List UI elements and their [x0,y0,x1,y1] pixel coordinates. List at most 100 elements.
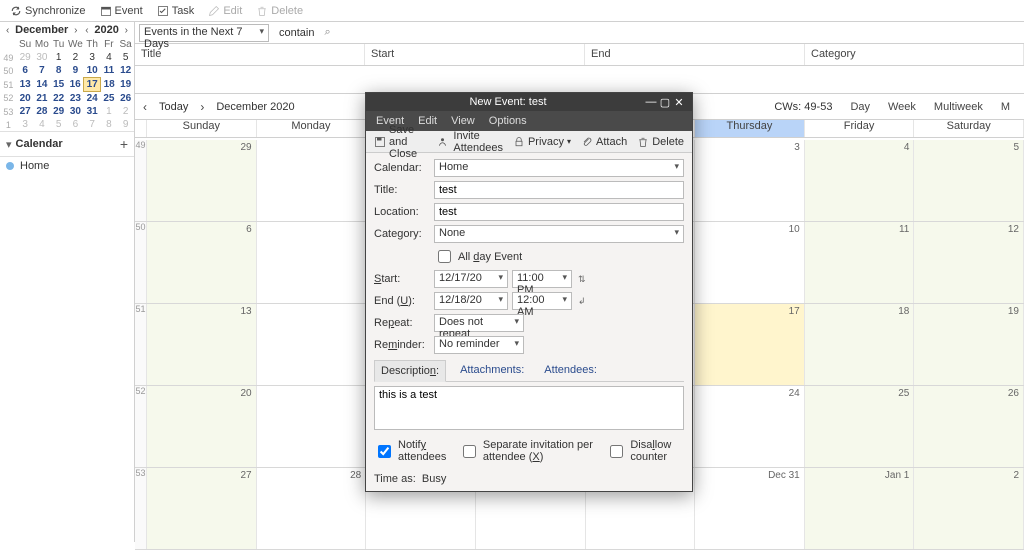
day-cell[interactable]: 24 [695,386,805,467]
mini-cal-day[interactable]: 6 [17,64,34,78]
tab-attendees[interactable]: Attendees: [538,360,603,381]
search-icon[interactable]: ⌕ [324,26,330,39]
day-cell[interactable]: 6 [147,222,257,303]
edit-button[interactable]: Edit [202,3,248,19]
day-cell[interactable] [257,222,367,303]
menu-options[interactable]: Options [489,115,527,127]
mini-cal-day[interactable]: 14 [34,78,51,92]
today-button[interactable]: Today [159,101,188,113]
col-title[interactable]: Title [135,44,365,65]
prev-year-button[interactable]: ‹ [83,25,90,36]
notify-attendees-checkbox[interactable] [378,445,391,458]
mini-cal-day[interactable]: 8 [101,118,118,131]
day-cell[interactable]: 12 [914,222,1024,303]
day-cell[interactable]: Dec 31 [695,468,805,549]
minimize-button[interactable]: — [644,96,658,108]
timeas-value[interactable]: Busy [422,473,446,485]
mini-cal-day[interactable]: 29 [50,105,67,118]
mini-cal-day[interactable]: 18 [101,78,118,92]
month-label[interactable]: December [15,24,68,36]
mini-cal-day[interactable]: 28 [34,105,51,118]
mini-cal-day[interactable]: 6 [67,118,84,131]
separate-invite-checkbox[interactable] [463,445,476,458]
location-input[interactable] [434,203,684,221]
day-cell[interactable]: 29 [147,140,257,221]
invite-attendees-button[interactable]: Invite Attendees [438,130,503,154]
dialog-titlebar[interactable]: New Event: test — ▢ ✕ [366,93,692,111]
save-close-button[interactable]: Save and Close [374,124,428,160]
mini-cal-day[interactable]: 15 [50,78,67,92]
title-input[interactable] [434,181,684,199]
day-cell[interactable]: 17 [695,304,805,385]
day-cell[interactable]: 19 [914,304,1024,385]
mini-cal-day[interactable]: 4 [34,118,51,131]
view-month-button[interactable]: M [995,98,1016,116]
mini-cal-day[interactable]: 12 [117,64,134,78]
mini-cal-day[interactable]: 11 [101,64,118,78]
calendar-select[interactable]: Home [434,159,684,177]
repeat-select[interactable]: Does not repeat [434,314,524,332]
day-cell[interactable]: 27 [147,468,257,549]
mini-cal-day[interactable]: 26 [117,92,134,106]
next-period-button[interactable]: › [200,100,204,114]
mini-cal-day[interactable]: 1 [101,105,118,118]
menu-view[interactable]: View [451,115,475,127]
day-cell[interactable]: 25 [805,386,915,467]
mini-cal-day[interactable]: 30 [67,105,84,118]
swap-icon[interactable]: ↲ [578,296,586,307]
day-cell[interactable] [257,140,367,221]
reminder-select[interactable]: No reminder [434,336,524,354]
mini-cal-day[interactable]: 3 [84,51,101,64]
mini-cal-day[interactable]: 9 [67,64,84,78]
new-task-button[interactable]: Task [151,3,201,19]
day-cell[interactable]: 20 [147,386,257,467]
mini-cal-day[interactable]: 23 [67,92,84,106]
next-year-button[interactable]: › [123,25,130,36]
end-date-input[interactable]: 12/18/20 [434,292,508,310]
day-cell[interactable]: Jan 1 [805,468,915,549]
add-calendar-button[interactable]: + [120,136,128,152]
day-cell[interactable]: 5 [914,140,1024,221]
close-button[interactable]: ✕ [672,96,686,109]
synchronize-button[interactable]: Synchronize [4,3,92,19]
col-start[interactable]: Start [365,44,585,65]
day-cell[interactable]: 18 [805,304,915,385]
start-date-input[interactable]: 12/17/20 [434,270,508,288]
mini-cal-day[interactable]: 25 [101,92,118,106]
mini-cal-day[interactable]: 27 [17,105,34,118]
mini-cal-day[interactable]: 5 [50,118,67,131]
view-day-button[interactable]: Day [844,98,876,116]
mini-cal-day[interactable]: 7 [34,64,51,78]
mini-cal-day[interactable]: 10 [84,64,101,78]
mini-cal-day[interactable]: 21 [34,92,51,106]
mini-cal-day[interactable]: 17 [84,78,101,92]
mini-cal-day[interactable]: 24 [84,92,101,106]
next-month-button[interactable]: › [72,25,79,36]
mini-cal-day[interactable]: 8 [50,64,67,78]
year-label[interactable]: 2020 [94,24,118,36]
view-week-button[interactable]: Week [882,98,922,116]
all-day-checkbox[interactable] [438,250,451,263]
mini-cal-day[interactable]: 2 [67,51,84,64]
day-cell[interactable]: 11 [805,222,915,303]
mini-cal-day[interactable]: 19 [117,78,134,92]
prev-period-button[interactable]: ‹ [143,100,147,114]
privacy-button[interactable]: Privacy ▾ [513,136,571,148]
end-time-input[interactable]: 12:00 AM [512,292,572,310]
mini-cal-day[interactable]: 30 [34,51,51,64]
mini-cal-day[interactable]: 13 [17,78,34,92]
disallow-counter-checkbox[interactable] [610,445,623,458]
day-cell[interactable] [257,304,367,385]
description-textarea[interactable] [374,386,684,430]
mini-cal-day[interactable]: 31 [84,105,101,118]
mini-cal-day[interactable]: 1 [50,51,67,64]
calendar-item-home[interactable]: Home [0,157,134,175]
mini-cal-day[interactable]: 20 [17,92,34,106]
day-cell[interactable]: 26 [914,386,1024,467]
mini-cal-day[interactable]: 9 [117,118,134,131]
attach-button[interactable]: Attach [581,136,627,148]
tab-description[interactable]: Description: [374,360,446,382]
maximize-button[interactable]: ▢ [658,96,672,109]
mini-cal-day[interactable]: 4 [101,51,118,64]
dialog-delete-button[interactable]: Delete [637,136,684,148]
